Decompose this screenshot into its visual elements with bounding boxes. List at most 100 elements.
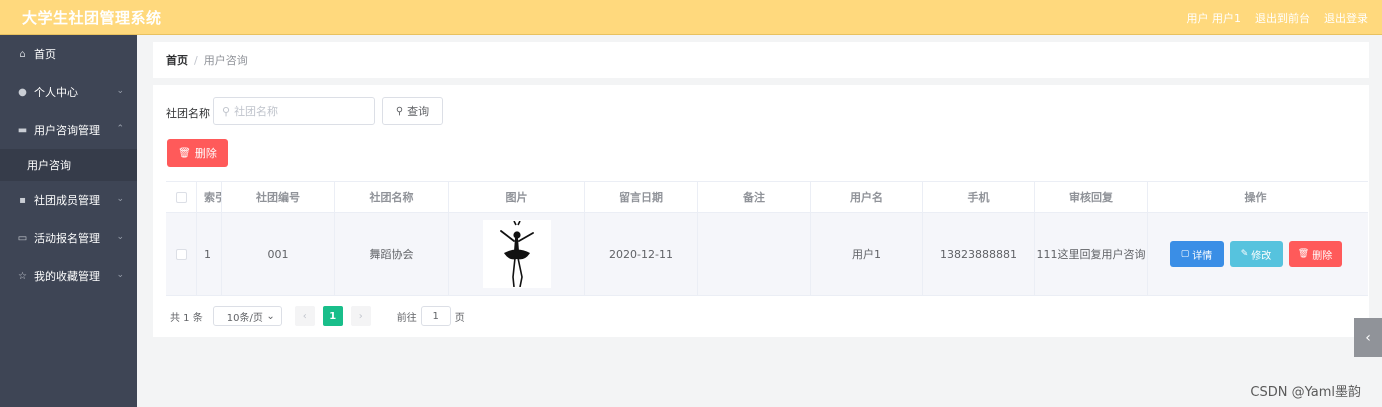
table-row: 1 001 舞蹈协会 2020-12-11 用户1 13823888881 11… (166, 212, 1368, 296)
cell-index: 1 (197, 213, 222, 295)
search-input[interactable]: ⚲ 社团名称 (213, 97, 375, 125)
trash-icon: 🗑 (1297, 249, 1310, 259)
sidebar-item-label: 用户咨询管理 (34, 124, 100, 137)
chevron-right-icon: › (358, 310, 363, 322)
column-header: 用户名 (811, 182, 923, 212)
sidebar-item-bookmarks[interactable]: ☆ 我的收藏管理 ⌄ (0, 257, 137, 295)
trash-icon: 🗑 (178, 147, 191, 159)
logout-link[interactable]: 退出登录 (1324, 10, 1368, 26)
goto-page-input[interactable]: 1 (420, 306, 451, 326)
page-size-select[interactable]: 10条/页 ⌄ (212, 306, 282, 326)
sidebar-item-signup[interactable]: ▭ 活动报名管理 ⌄ (0, 219, 137, 257)
cell-reply: 111这里回复用户咨询 (1035, 213, 1148, 295)
sidebar-item-label: 首页 (34, 48, 56, 61)
next-page-button[interactable]: › (350, 306, 371, 326)
row-delete-button-label: 删除 (1312, 250, 1333, 262)
sidebar-item-consult-mgmt[interactable]: ▬ 用户咨询管理 ⌃ (0, 111, 137, 149)
row-delete-button[interactable]: 🗑 删除 (1288, 241, 1342, 267)
edit-button-label: 修改 (1251, 250, 1272, 262)
chevron-down-icon: ⌄ (116, 270, 124, 280)
watermark: CSDN @Yaml墨韵 (1250, 385, 1361, 400)
cell-operations: ▢ 详情 ✎ 修改 🗑 删除 (1148, 213, 1363, 295)
delete-button[interactable]: 🗑 删除 (167, 139, 228, 167)
back-to-front-link[interactable]: 退出到前台 (1255, 10, 1310, 26)
breadcrumb: 首页 / 用户咨询 (153, 42, 1369, 78)
sidebar-item-label: 活动报名管理 (34, 232, 100, 245)
cell-date: 2020-12-11 (585, 213, 698, 295)
cell-club-no: 001 (222, 213, 335, 295)
chat-icon: ▬ (17, 124, 28, 136)
members-icon: ▪ (19, 194, 26, 206)
app-title: 大学生社团管理系统 (22, 9, 162, 27)
select-all-checkbox[interactable] (175, 191, 187, 203)
signup-icon: ▭ (17, 232, 28, 244)
cell-image (449, 213, 585, 295)
detail-button[interactable]: ▢ 详情 (1169, 241, 1224, 267)
sidebar-subitem-label: 用户咨询 (27, 159, 71, 172)
row-checkbox[interactable] (175, 248, 187, 260)
top-bar: 大学生社团管理系统 用户 用户1 退出到前台 退出登录 (0, 0, 1382, 35)
chevron-up-icon: ⌃ (116, 124, 124, 134)
column-header: 备注 (698, 182, 811, 212)
sidebar-item-home[interactable]: ⌂ 首页 (0, 35, 137, 73)
sidebar: ⌂ 首页 ● 个人中心 ⌄ ▬ 用户咨询管理 ⌃ 用户咨询 ▪ 社团成员管理 ⌄… (0, 35, 137, 407)
chevron-left-icon: ‹ (302, 310, 307, 322)
sidebar-subitem-consult[interactable]: 用户咨询 (0, 149, 137, 181)
search-label: 社团名称 (166, 107, 210, 120)
search-icon: ⚲ (222, 104, 231, 118)
collapse-panel-button[interactable]: ‹ (1354, 318, 1382, 357)
pagination: 共 1 条 10条/页 ⌄ ‹ 1 › 前往 1 页 (170, 306, 465, 326)
query-button-label: 查询 (407, 105, 430, 118)
user-icon: ● (18, 86, 27, 98)
column-header: 社团名称 (335, 182, 449, 212)
current-user: 用户 用户1 (1186, 12, 1242, 25)
pagination-total: 共 1 条 (170, 312, 203, 324)
column-header: 索引 (197, 182, 222, 212)
column-header: 图片 (449, 182, 585, 212)
sidebar-item-profile[interactable]: ● 个人中心 ⌄ (0, 73, 137, 111)
edit-button[interactable]: ✎ 修改 (1229, 241, 1283, 267)
breadcrumb-current: 用户咨询 (203, 54, 248, 67)
page-size-value: 10条/页 (226, 312, 263, 324)
column-header: 审核回复 (1035, 182, 1148, 212)
page-unit-label: 页 (454, 312, 465, 324)
prev-page-button[interactable]: ‹ (294, 306, 315, 326)
detail-button-label: 详情 (1192, 250, 1213, 262)
chevron-down-icon: ⌄ (116, 86, 124, 96)
bookmark-icon: ☆ (18, 270, 27, 282)
breadcrumb-home[interactable]: 首页 (166, 52, 188, 68)
page-number-active[interactable]: 1 (322, 306, 343, 326)
chevron-down-icon: ⌄ (116, 232, 124, 242)
breadcrumb-separator: / (194, 53, 198, 67)
sidebar-item-label: 个人中心 (34, 86, 78, 99)
home-icon: ⌂ (19, 48, 26, 60)
sidebar-item-members[interactable]: ▪ 社团成员管理 ⌄ (0, 181, 137, 219)
query-button[interactable]: ⚲ 查询 (382, 97, 443, 125)
table-header: 索引 社团编号 社团名称 图片 留言日期 备注 用户名 手机 审核回复 操作 (166, 182, 1368, 212)
ballerina-silhouette-icon (499, 221, 534, 287)
chevron-down-icon: ⌄ (266, 310, 275, 322)
column-header: 手机 (923, 182, 1035, 212)
header-actions: 用户 用户1 退出到前台 退出登录 (1187, 10, 1369, 26)
sidebar-item-label: 我的收藏管理 (34, 270, 100, 283)
column-header: 留言日期 (585, 182, 698, 212)
goto-label: 前往 (396, 312, 417, 324)
cell-club-name: 舞蹈协会 (335, 213, 449, 295)
delete-button-label: 删除 (194, 147, 217, 160)
chevron-down-icon: ⌄ (116, 194, 124, 204)
search-placeholder: 社团名称 (234, 105, 279, 118)
cell-note (698, 213, 811, 295)
edit-icon: ✎ (1240, 249, 1249, 259)
chevron-left-icon: ‹ (1365, 329, 1371, 346)
search-icon: ⚲ (395, 105, 404, 117)
column-header: 操作 (1244, 191, 1267, 204)
ballerina-image[interactable] (482, 220, 551, 288)
select-all-cell (166, 182, 197, 212)
cell-username: 用户1 (811, 213, 923, 295)
main-content: 首页 / 用户咨询 社团名称 ⚲ 社团名称 ⚲ 查询 🗑 删除 索引 社团编号 … (137, 35, 1382, 407)
detail-icon: ▢ (1180, 249, 1190, 259)
content-card: 社团名称 ⚲ 社团名称 ⚲ 查询 🗑 删除 索引 社团编号 社团名称 图片 留言… (153, 85, 1369, 337)
sidebar-item-label: 社团成员管理 (34, 194, 100, 207)
column-header: 社团编号 (222, 182, 335, 212)
row-select-cell (166, 213, 197, 295)
